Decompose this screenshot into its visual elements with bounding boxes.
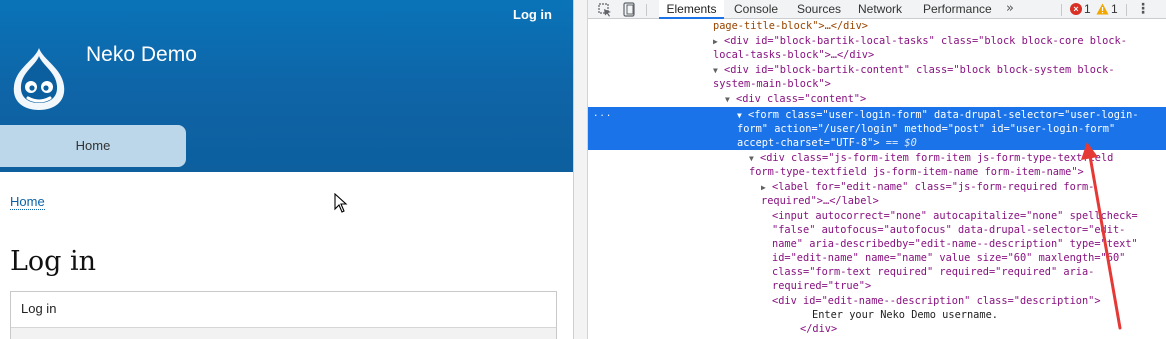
dom-node-line[interactable]: ▼ <div class="js-form-item form-item js-f…: [749, 151, 1113, 166]
dom-node-line[interactable]: id="edit-name" name="name" value size="6…: [772, 251, 1125, 265]
dom-tree: page-title-block">…</div> ▶ <div id="bloc…: [588, 19, 1166, 339]
header-login-link[interactable]: Log in: [513, 7, 552, 22]
dom-text: form-type-textfield js-form-item-name fo…: [749, 166, 1084, 178]
collapse-triangle-icon[interactable]: ▼: [725, 93, 736, 107]
node-actions-ellipsis-icon[interactable]: ...: [593, 107, 612, 121]
dom-text: id="edit-name" name="name" value size="6…: [772, 252, 1126, 264]
dom-text: <div class="js-form-item form-item js-fo…: [760, 152, 1114, 164]
dom-text: <div id="edit-name--description" class="…: [772, 295, 1101, 307]
dom-text: <form class="user-login-form" data-drupa…: [748, 109, 1139, 121]
dom-text: form" action="/user/login" method="post"…: [737, 123, 1116, 135]
error-count[interactable]: 1: [1084, 0, 1091, 18]
site-header: Log in Neko Demo Home: [0, 0, 573, 172]
inspect-element-icon[interactable]: [596, 1, 614, 18]
dom-node-line[interactable]: ▼ <form class="user-login-form" data-drup…: [737, 108, 1139, 123]
page-title: Log in: [10, 246, 97, 277]
dom-node-line[interactable]: local-tasks-block">…</div>: [713, 48, 874, 62]
devtools-toolbar: Elements Console Sources Network Perform…: [588, 0, 1166, 19]
dom-text: <div id="block-bartik-local-tasks" class…: [724, 35, 1127, 47]
dom-node-line[interactable]: form" action="/user/login" method="post"…: [737, 122, 1115, 136]
more-tabs-chevron-icon[interactable]: »: [1006, 0, 1014, 18]
site-name[interactable]: Neko Demo: [86, 43, 197, 67]
nav-item-home[interactable]: Home: [0, 125, 186, 167]
drupal-page: Log in Neko Demo Home Home Log in Log in: [0, 0, 573, 339]
local-tasks-box: Log in: [10, 291, 557, 339]
dom-text: <div class="content">: [736, 93, 867, 105]
devtools-panel: Elements Console Sources Network Perform…: [588, 0, 1166, 339]
resize-splitter[interactable]: [574, 0, 588, 339]
more-options-icon[interactable]: ⋮: [1136, 0, 1150, 19]
dom-text: local-tasks-block">…</div>: [713, 49, 875, 61]
dom-node-line[interactable]: </div>: [800, 322, 837, 336]
tab-console[interactable]: Console: [734, 0, 778, 19]
toolbar-separator: [1126, 4, 1127, 16]
dom-text: name" aria-describedby="edit-name--descr…: [772, 238, 1138, 250]
dom-text: system-main-block">: [713, 78, 831, 90]
dom-node-line[interactable]: form-type-textfield js-form-item-name fo…: [749, 165, 1084, 179]
dom-text: accept-charset="UTF-8">: [737, 137, 880, 149]
dom-node-line[interactable]: page-title-block">…</div>: [713, 19, 868, 33]
dom-node-line[interactable]: ▼ <div id="block-bartik-content" class="b…: [713, 63, 1115, 78]
tab-sources[interactable]: Sources: [797, 0, 841, 19]
dom-node-line[interactable]: ▶ <label for="edit-name" class="js-form-r…: [761, 180, 1094, 195]
dom-text: Enter your Neko Demo username.: [812, 309, 998, 321]
dom-node-line[interactable]: accept-charset="UTF-8"> == $0: [737, 136, 917, 150]
error-icon[interactable]: ×: [1070, 3, 1082, 15]
dom-node-line[interactable]: name" aria-describedby="edit-name--descr…: [772, 237, 1138, 251]
warning-icon[interactable]: [1096, 3, 1109, 15]
tab-network[interactable]: Network: [858, 0, 902, 19]
dom-node-line[interactable]: "false" autofocus="autofocus" data-drupa…: [772, 223, 1125, 237]
dom-node-line[interactable]: class="form-text required" required="req…: [772, 265, 1094, 279]
tab-performance[interactable]: Performance: [923, 0, 992, 19]
breadcrumb-home-link[interactable]: Home: [10, 194, 45, 210]
dom-text: <div id="block-bartik-content" class="bl…: [724, 64, 1115, 76]
selected-dom-node[interactable]: ... ▼ <form class="user-login-form" data-…: [588, 107, 1166, 150]
toolbar-separator: [646, 4, 647, 16]
dom-node-line[interactable]: <div id="edit-name--description" class="…: [772, 294, 1101, 308]
dom-node-line[interactable]: required="true">: [772, 279, 871, 293]
dom-text: class="form-text required" required="req…: [772, 266, 1095, 278]
mouse-pointer-icon: [334, 193, 348, 213]
tab-login[interactable]: Log in: [11, 292, 556, 327]
dom-text: required">…</label>: [761, 195, 879, 207]
dom-node-line[interactable]: ▶ <div id="block-bartik-local-tasks" clas…: [713, 34, 1127, 49]
warning-count[interactable]: 1: [1111, 0, 1118, 18]
dom-node-line[interactable]: <input autocorrect="none" autocapitalize…: [772, 209, 1138, 223]
device-toolbar-icon[interactable]: [621, 1, 637, 18]
dom-text: required="true">: [772, 280, 872, 292]
dom-text: "false" autofocus="autofocus" data-drupa…: [772, 224, 1126, 236]
tab-elements[interactable]: Elements: [659, 0, 724, 19]
dom-node-line[interactable]: system-main-block">: [713, 77, 831, 91]
dom-text: </div>: [800, 323, 838, 335]
dom-node-line[interactable]: required">…</label>: [761, 194, 879, 208]
dollar-zero-marker: == $0: [879, 137, 917, 149]
dom-text: page-title-block">…</div>: [713, 20, 868, 32]
drupal-logo-icon[interactable]: [10, 46, 68, 112]
dom-node-line[interactable]: ▼ <div class="content">: [725, 92, 866, 107]
dom-node-line[interactable]: Enter your Neko Demo username.: [812, 308, 998, 322]
tabs-lower-area: [11, 327, 556, 339]
dom-text: <input autocorrect="none" autocapitalize…: [772, 210, 1138, 222]
dom-text: <label for="edit-name" class="js-form-re…: [772, 181, 1095, 193]
toolbar-separator: [1061, 4, 1062, 16]
